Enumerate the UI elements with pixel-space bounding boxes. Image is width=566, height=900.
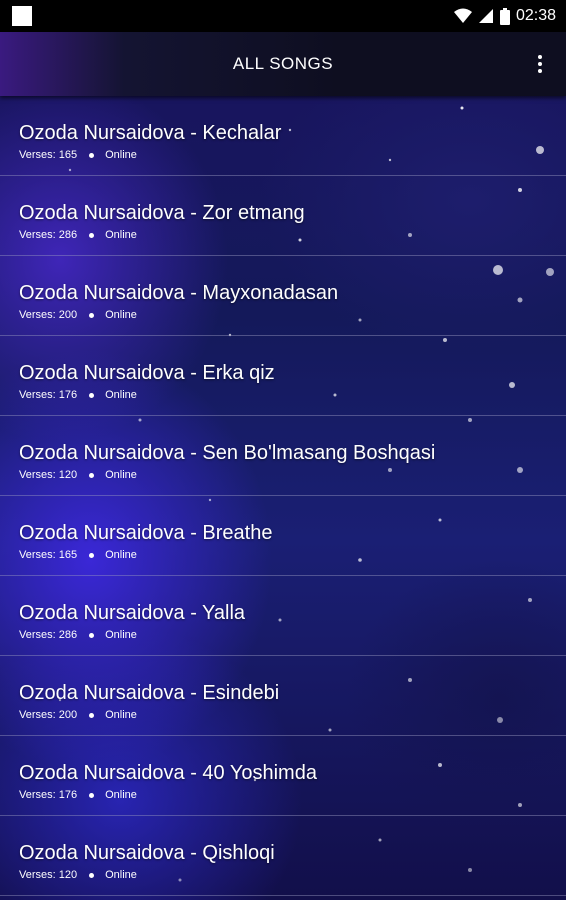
song-meta: Verses: 200 Online (19, 709, 137, 721)
song-title: Ozoda Nursaidova - Zor etmang (19, 202, 305, 224)
bullet-icon (89, 232, 95, 238)
battery-icon (499, 7, 510, 25)
list-item[interactable]: Ozoda Nursaidova - Erka qiz Verses: 176 … (0, 336, 566, 416)
list-item[interactable]: Ozoda Nursaidova - Kechalar Verses: 165 … (0, 96, 566, 176)
bullet-icon (89, 392, 95, 398)
status-bar-right: 02:38 (453, 7, 566, 25)
song-verses: Verses: 165 (19, 149, 78, 161)
song-status: Online (105, 789, 137, 801)
signal-icon (478, 8, 494, 24)
list-item[interactable]: Ozoda Nursaidova - Esindebi Verses: 200 … (0, 656, 566, 736)
status-bar: 02:38 (0, 0, 566, 32)
song-status: Online (105, 629, 137, 641)
song-status: Online (105, 469, 137, 481)
song-verses: Verses: 120 (19, 869, 78, 881)
song-meta: Verses: 176 Online (19, 789, 137, 801)
notification-square-icon (12, 6, 32, 26)
song-meta: Verses: 176 Online (19, 389, 137, 401)
list-item[interactable]: Ozoda Nursaidova - Yalla Verses: 286 Onl… (0, 576, 566, 656)
song-title: Ozoda Nursaidova - Mayxonadasan (19, 282, 339, 304)
bullet-icon (89, 792, 95, 798)
song-verses: Verses: 176 (19, 789, 78, 801)
song-title: Ozoda Nursaidova - 40 Yoshimda (19, 762, 317, 784)
song-title: Ozoda Nursaidova - Sen Bo'lmasang Boshqa… (19, 442, 436, 464)
list-item[interactable]: Ozoda Nursaidova - Qishloqi Verses: 120 … (0, 816, 566, 896)
song-verses: Verses: 286 (19, 229, 78, 241)
bullet-icon (89, 312, 95, 318)
song-title: Ozoda Nursaidova - Kechalar (19, 122, 282, 144)
song-status: Online (105, 309, 137, 321)
song-status: Online (105, 869, 137, 881)
app-bar: ALL SONGS (0, 32, 566, 96)
song-status: Online (105, 229, 137, 241)
bullet-icon (89, 632, 95, 638)
song-title: Ozoda Nursaidova - Qishloqi (19, 842, 275, 864)
song-status: Online (105, 549, 137, 561)
song-title: Ozoda Nursaidova - Erka qiz (19, 362, 275, 384)
status-time: 02:38 (515, 7, 556, 24)
song-title: Ozoda Nursaidova - Breathe (19, 522, 273, 544)
song-meta: Verses: 120 Online (19, 869, 137, 881)
song-verses: Verses: 176 (19, 389, 78, 401)
song-meta: Verses: 200 Online (19, 309, 137, 321)
song-status: Online (105, 149, 137, 161)
bullet-icon (89, 872, 95, 878)
song-verses: Verses: 200 (19, 709, 78, 721)
overflow-dot (538, 62, 542, 66)
bullet-icon (89, 472, 95, 478)
song-meta: Verses: 286 Online (19, 629, 137, 641)
more-vert-icon[interactable] (528, 52, 552, 76)
list-item[interactable]: Ozoda Nursaidova - Breathe Verses: 165 O… (0, 496, 566, 576)
bullet-icon (89, 712, 95, 718)
overflow-dot (538, 69, 542, 73)
overflow-dot (538, 55, 542, 59)
page-title: ALL SONGS (232, 54, 334, 73)
bullet-icon (89, 552, 95, 558)
song-status: Online (105, 709, 137, 721)
bullet-icon (89, 152, 95, 158)
song-meta: Verses: 165 Online (19, 149, 137, 161)
song-verses: Verses: 200 (19, 309, 78, 321)
song-meta: Verses: 165 Online (19, 549, 137, 561)
list-item[interactable]: Ozoda Nursaidova - 40 Yoshimda Verses: 1… (0, 736, 566, 816)
song-list: Ozoda Nursaidova - Kechalar Verses: 165 … (0, 96, 566, 896)
list-item[interactable]: Ozoda Nursaidova - Sen Bo'lmasang Boshqa… (0, 416, 566, 496)
song-title: Ozoda Nursaidova - Yalla (19, 602, 246, 624)
list-item[interactable]: Ozoda Nursaidova - Mayxonadasan Verses: … (0, 256, 566, 336)
list-item[interactable]: Ozoda Nursaidova - Zor etmang Verses: 28… (0, 176, 566, 256)
song-meta: Verses: 120 Online (19, 469, 137, 481)
song-verses: Verses: 120 (19, 469, 78, 481)
song-verses: Verses: 165 (19, 549, 78, 561)
wifi-icon (453, 8, 472, 24)
song-title: Ozoda Nursaidova - Esindebi (19, 682, 280, 704)
song-status: Online (105, 389, 137, 401)
song-verses: Verses: 286 (19, 629, 78, 641)
status-bar-left (0, 6, 32, 26)
song-meta: Verses: 286 Online (19, 229, 137, 241)
